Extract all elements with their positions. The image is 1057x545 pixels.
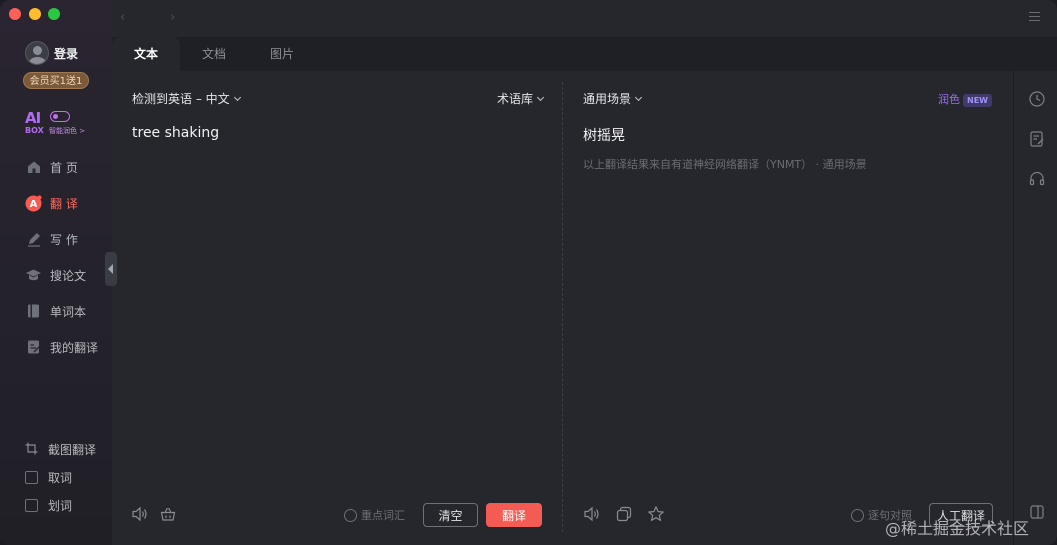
tab-text[interactable]: 文本 — [112, 37, 180, 71]
avatar-icon[interactable] — [25, 41, 49, 65]
sidebar: 登录 会员买1送1 AI BOX 智能润色 > 首 页 A 翻 译 写 作 搜论… — [0, 0, 112, 545]
polish-label: 润色 — [938, 93, 960, 106]
checkbox-icon[interactable] — [25, 498, 38, 512]
chevron-down-icon — [634, 93, 643, 102]
svg-text:A: A — [30, 199, 38, 210]
tool-label: 截图翻译 — [48, 442, 97, 457]
sidebar-item-papers[interactable]: 搜论文 — [25, 265, 86, 285]
new-badge: NEW — [963, 94, 992, 107]
sidebar-item-label: 我的翻译 — [50, 340, 99, 355]
sidebar-item-translate[interactable]: A 翻 译 — [25, 193, 78, 213]
notebook-icon — [25, 303, 42, 320]
document-edit-icon — [25, 339, 42, 356]
copy-icon[interactable] — [615, 505, 633, 523]
translate-button[interactable]: 翻译 — [486, 503, 542, 527]
ai-box-subtitle[interactable]: 智能润色 > — [49, 126, 85, 136]
right-rail — [1013, 71, 1057, 545]
tab-image[interactable]: 图片 — [248, 37, 316, 71]
translate-icon: A — [25, 195, 42, 212]
radio-icon[interactable] — [344, 508, 357, 522]
vip-promo-badge[interactable]: 会员买1送1 — [23, 72, 89, 89]
login-label[interactable]: 登录 — [54, 45, 78, 62]
close-window-button[interactable] — [9, 8, 21, 20]
screenshot-translate-toggle[interactable]: 截图翻译 — [25, 440, 96, 458]
app-window: 登录 会员买1送1 AI BOX 智能润色 > 首 页 A 翻 译 写 作 搜论… — [0, 0, 1057, 545]
chevron-down-icon — [536, 93, 545, 102]
speaker-icon[interactable] — [583, 505, 601, 523]
glossary-selector[interactable]: 术语库 — [497, 90, 545, 107]
login-area[interactable]: 登录 — [25, 41, 78, 65]
sidebar-item-label: 单词本 — [50, 304, 87, 319]
ai-toggle-icon — [50, 111, 70, 122]
source-pane: 检测到英语 – 中文 术语库 tree shaking 重点词汇 清空 翻译 — [112, 71, 563, 545]
notes-edit-icon[interactable] — [1028, 130, 1046, 148]
sidebar-item-label: 首 页 — [50, 160, 78, 175]
chevron-down-icon — [233, 93, 241, 102]
checkbox-icon[interactable] — [25, 470, 38, 484]
radio-icon[interactable] — [851, 508, 864, 522]
watermark: @稀土掘金技术社区 — [885, 519, 1030, 538]
language-selector-label: 检测到英语 – 中文 — [132, 92, 230, 106]
scene-selector-label: 通用场景 — [583, 92, 632, 106]
scene-selector[interactable]: 通用场景 — [583, 90, 643, 107]
home-icon — [25, 159, 42, 176]
sidebar-item-label: 搜论文 — [50, 268, 87, 283]
sidebar-item-label: 写 作 — [50, 232, 78, 247]
crop-icon — [25, 440, 38, 459]
sidebar-collapse-handle[interactable] — [105, 252, 117, 286]
sidebar-item-home[interactable]: 首 页 — [25, 157, 78, 177]
basket-icon[interactable] — [159, 505, 177, 523]
key-terms-option[interactable]: 重点词汇 — [344, 507, 405, 523]
word-pick-toggle[interactable]: 取词 — [25, 468, 72, 486]
ai-box-logo-ai: AI — [25, 109, 41, 127]
chevron-right-icon[interactable]: › — [170, 10, 175, 25]
headset-icon[interactable] — [1028, 170, 1046, 188]
sidebar-item-label: 翻 译 — [50, 196, 78, 211]
graduation-cap-icon — [25, 267, 42, 284]
pen-icon — [25, 231, 42, 248]
translation-result: 树摇晃 — [583, 128, 625, 144]
star-icon[interactable] — [647, 505, 665, 523]
maximize-window-button[interactable] — [48, 8, 60, 20]
sidebar-item-write[interactable]: 写 作 — [25, 229, 78, 249]
word-select-toggle[interactable]: 划词 — [25, 496, 72, 514]
chevron-left-icon[interactable]: ‹ — [120, 10, 125, 25]
ai-box-entry[interactable]: AI BOX 智能润色 > — [25, 109, 95, 137]
speaker-icon[interactable] — [131, 505, 149, 523]
tool-label: 取词 — [48, 470, 73, 485]
language-selector[interactable]: 检测到英语 – 中文 — [132, 90, 241, 107]
history-clock-icon[interactable] — [1028, 90, 1046, 108]
tool-label: 划词 — [48, 498, 73, 513]
target-pane: 通用场景 润色 NEW 树摇晃 以上翻译结果来自有道神经网络翻译（YNMT） · … — [563, 71, 1013, 545]
glossary-selector-label: 术语库 — [497, 92, 534, 106]
tab-bar: 文本 文档 图片 — [112, 37, 1057, 71]
translation-source-note: 以上翻译结果来自有道神经网络翻译（YNMT） · 通用场景 — [583, 158, 867, 171]
polish-button[interactable]: 润色 NEW — [938, 91, 992, 107]
clear-button[interactable]: 清空 — [423, 503, 478, 527]
ai-box-logo-box: BOX — [25, 126, 44, 135]
source-text-input[interactable]: tree shaking — [132, 125, 219, 141]
tab-document[interactable]: 文档 — [180, 37, 248, 71]
panel-toggle-icon[interactable] — [1028, 503, 1046, 521]
hamburger-icon[interactable] — [1029, 12, 1040, 22]
minimize-window-button[interactable] — [29, 8, 41, 20]
sidebar-item-wordbook[interactable]: 单词本 — [25, 301, 86, 321]
key-terms-label: 重点词汇 — [361, 509, 405, 522]
sidebar-item-my-translations[interactable]: 我的翻译 — [25, 337, 98, 357]
